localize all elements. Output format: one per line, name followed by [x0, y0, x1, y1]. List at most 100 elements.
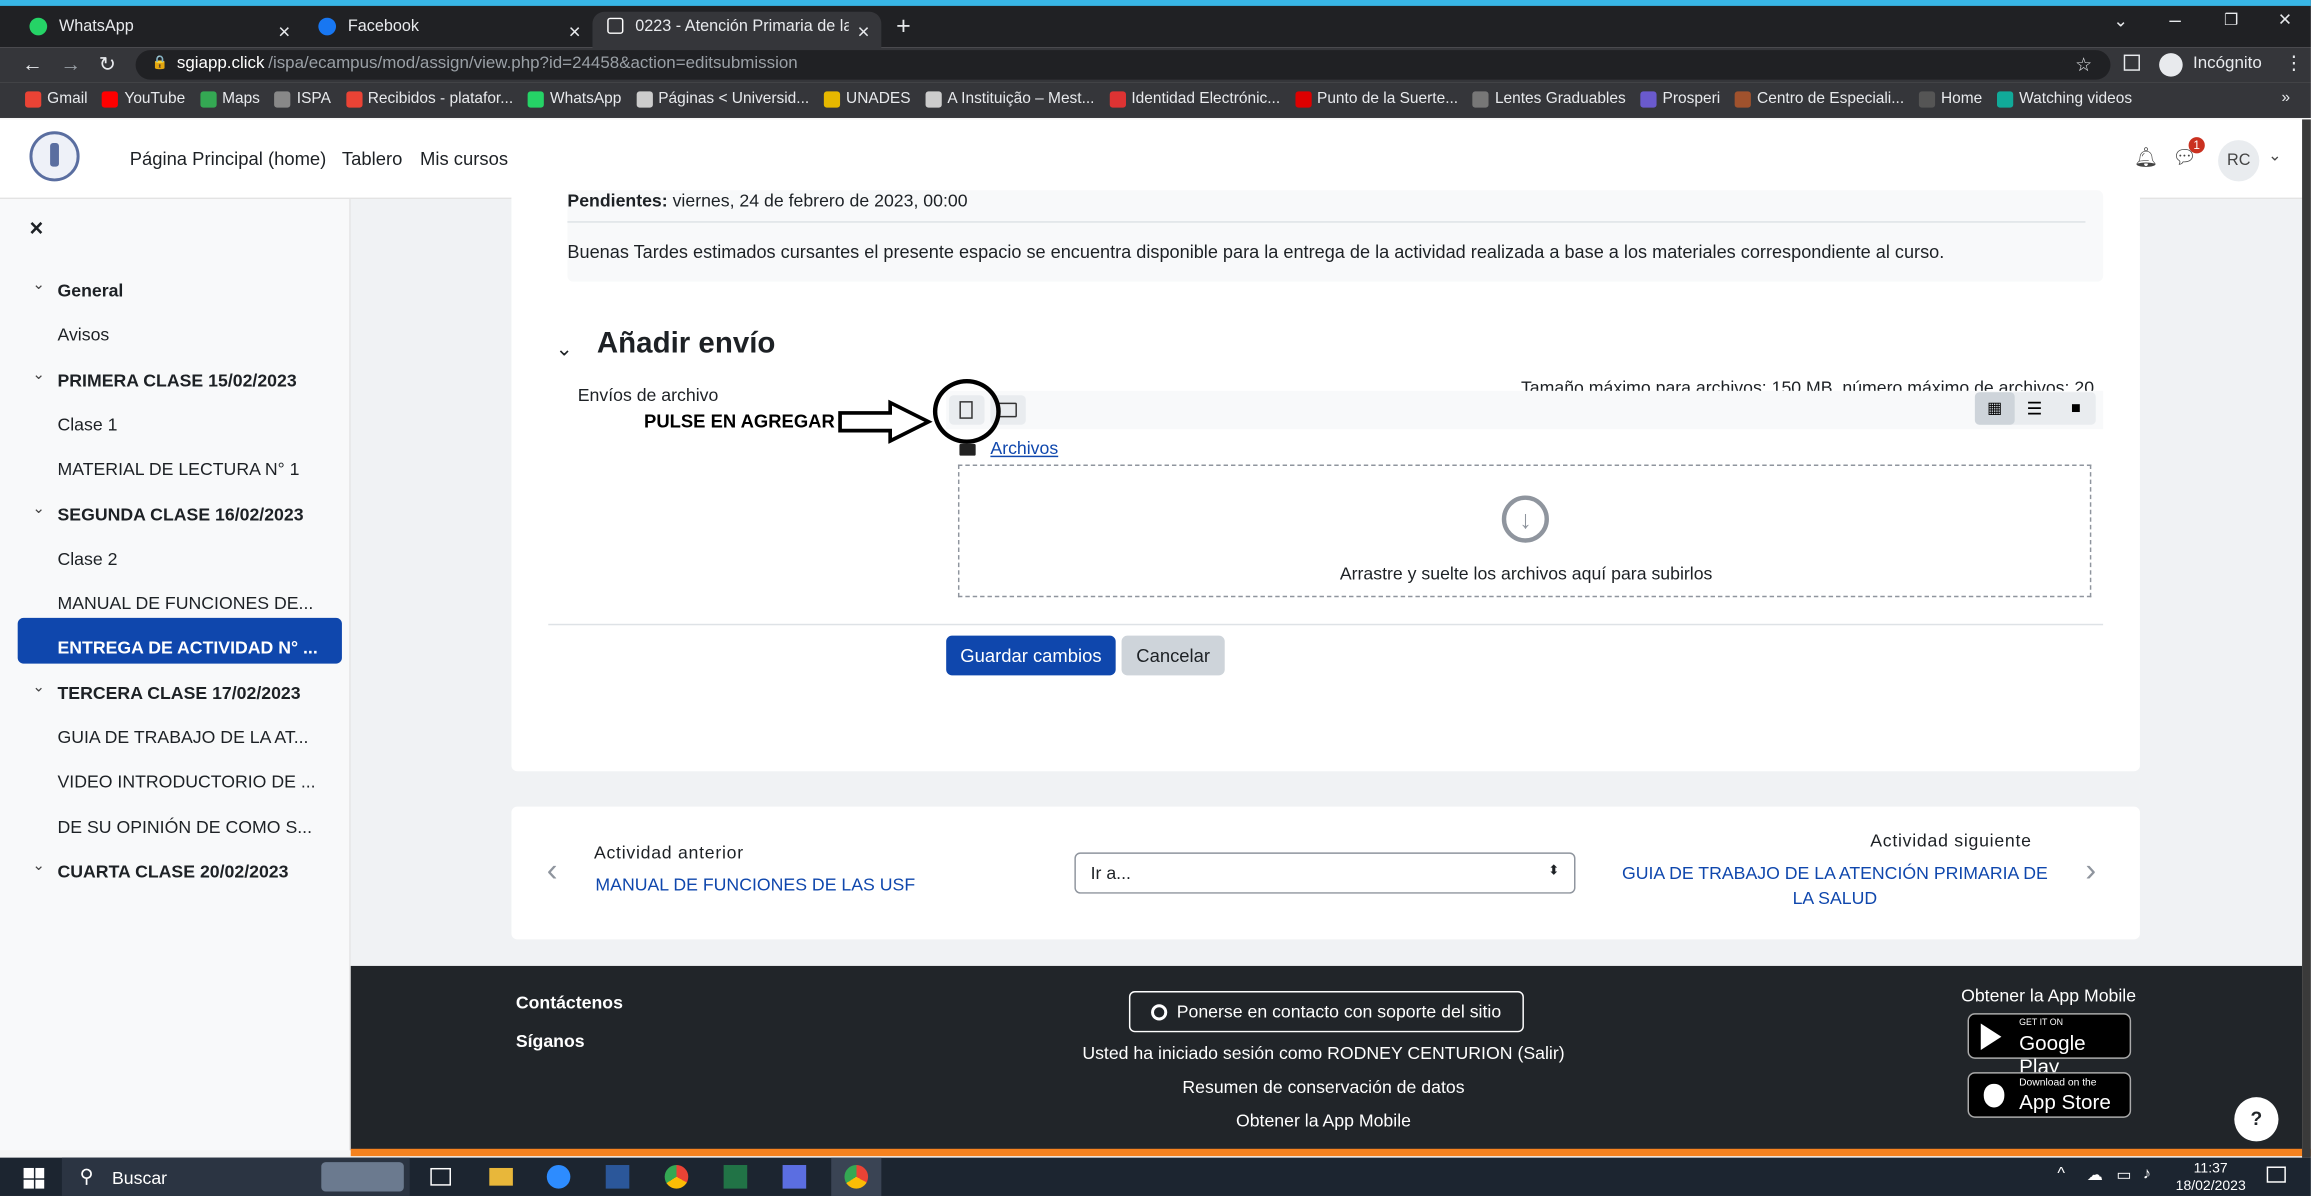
user-name-link[interactable]: RODNEY CENTURION: [1327, 1043, 1512, 1064]
visio-icon[interactable]: [782, 1165, 807, 1189]
close-window-icon[interactable]: ×: [2278, 7, 2291, 32]
bookmark-item[interactable]: Maps: [199, 90, 260, 108]
bookmark-item[interactable]: UNADES: [823, 90, 911, 108]
new-tab-icon[interactable]: +: [896, 12, 911, 41]
menu-icon[interactable]: ⋮: [2284, 52, 2303, 76]
course-activity[interactable]: Clase 1: [57, 414, 117, 435]
next-activity-link[interactable]: GUIA DE TRABAJO DE LA ATENCIÓN PRIMARIA …: [1609, 861, 2060, 911]
data-retention-link[interactable]: Resumen de conservación de datos: [970, 1077, 1677, 1098]
nav-home[interactable]: Página Principal (home): [130, 149, 327, 170]
get-app-link[interactable]: Obtener la App Mobile: [970, 1110, 1677, 1131]
course-activity[interactable]: VIDEO INTRODUCTORIO DE ...: [57, 772, 315, 793]
taskbar-search[interactable]: ⚲ Buscar: [61, 1157, 410, 1196]
files-breadcrumb-link[interactable]: Archivos: [990, 438, 1058, 459]
reload-icon[interactable]: ↻: [99, 52, 116, 77]
onedrive-icon[interactable]: ☁: [2087, 1165, 2103, 1184]
bookmark-item[interactable]: Recibidos - platafor...: [345, 90, 513, 108]
section-chevron-icon[interactable]: ⌄: [32, 858, 44, 874]
excel-icon[interactable]: [723, 1165, 748, 1189]
chevron-right-icon[interactable]: ›: [2085, 851, 2096, 889]
contact-support-button[interactable]: Ponerse en contacto con soporte del siti…: [1128, 990, 1524, 1033]
restore-icon[interactable]: ❐: [2224, 10, 2239, 30]
nav-my-courses[interactable]: Mis cursos: [420, 149, 508, 170]
notifications-icon[interactable]: [2266, 1166, 2286, 1183]
google-play-badge[interactable]: GET IT ON Google Play: [1967, 1013, 2132, 1078]
course-activity[interactable]: MATERIAL DE LECTURA N° 1: [57, 459, 299, 480]
bookmark-item[interactable]: WhatsApp: [527, 90, 621, 108]
chevron-down-icon[interactable]: ⌄: [2268, 146, 2282, 165]
bookmark-item[interactable]: Páginas < Universid...: [636, 90, 809, 108]
contact-heading[interactable]: Contáctenos: [516, 992, 623, 1013]
course-section[interactable]: PRIMERA CLASE 15/02/2023: [57, 370, 296, 391]
cancel-button[interactable]: Cancelar: [1121, 635, 1225, 676]
section-chevron-icon[interactable]: ⌄: [32, 501, 44, 517]
bookmark-item[interactable]: Gmail: [25, 90, 88, 108]
logout-link[interactable]: (Salir): [1517, 1043, 1564, 1064]
chevron-left-icon[interactable]: ‹: [547, 851, 558, 889]
bookmark-item[interactable]: Prosperi: [1640, 90, 1720, 108]
course-activity[interactable]: Avisos: [57, 325, 109, 346]
bookmark-item[interactable]: Watching videos: [1997, 90, 2132, 108]
play-icon: [1980, 1023, 2002, 1050]
grid-view-icon[interactable]: ▦: [1974, 392, 2015, 425]
follow-heading[interactable]: Síganos: [516, 1031, 585, 1052]
bookmark-star-icon[interactable]: ☆: [2075, 53, 2092, 77]
bell-icon[interactable]: 🔔︎: [2134, 146, 2158, 170]
close-tab-icon[interactable]: ×: [569, 19, 581, 43]
section-chevron-icon[interactable]: ⌄: [32, 367, 44, 383]
course-section[interactable]: SEGUNDA CLASE 16/02/2023: [57, 504, 303, 525]
course-section[interactable]: TERCERA CLASE 17/02/2023: [57, 682, 300, 703]
section-chevron-icon[interactable]: ⌄: [32, 277, 44, 293]
tree-view-icon[interactable]: ■: [2056, 392, 2096, 424]
close-tab-icon[interactable]: ×: [857, 19, 869, 43]
sidepanel-icon[interactable]: [2123, 54, 2140, 71]
windows-start-icon[interactable]: [23, 1167, 45, 1189]
site-logo[interactable]: [29, 131, 80, 182]
course-activity[interactable]: ENTREGA DE ACTIVIDAD N° ...: [57, 638, 317, 659]
chrome-icon[interactable]: [664, 1165, 689, 1189]
close-drawer-icon[interactable]: ×: [29, 217, 43, 244]
minimize-icon[interactable]: –: [2169, 7, 2180, 31]
course-activity[interactable]: DE SU OPINIÓN DE COMO S...: [57, 816, 312, 837]
course-section[interactable]: CUARTA CLASE 20/02/2023: [57, 861, 288, 882]
forward-icon[interactable]: →: [60, 52, 81, 76]
bookmark-item[interactable]: Identidad Electrónic...: [1109, 90, 1280, 108]
nav-dashboard[interactable]: Tablero: [342, 149, 402, 170]
chrome-incognito-task[interactable]: [831, 1157, 882, 1196]
prev-activity-link[interactable]: MANUAL DE FUNCIONES DE LAS USF: [595, 874, 915, 895]
course-activity[interactable]: GUIA DE TRABAJO DE LA AT...: [57, 727, 308, 748]
network-icon[interactable]: ▭: [2116, 1165, 2131, 1184]
list-view-icon[interactable]: ☰: [2015, 392, 2055, 424]
course-section[interactable]: General: [57, 280, 123, 301]
course-activity[interactable]: MANUAL DE FUNCIONES DE...: [57, 593, 313, 614]
zoom-icon[interactable]: [546, 1165, 571, 1189]
jump-to-select[interactable]: Ir a... ⬍: [1074, 852, 1576, 894]
tab-search-icon[interactable]: ⌄: [2113, 10, 2128, 31]
bookmark-item[interactable]: Centro de Especiali...: [1734, 90, 1904, 108]
save-changes-button[interactable]: Guardar cambios: [946, 635, 1116, 676]
bookmark-item[interactable]: A Instituição – Mest...: [925, 90, 1094, 108]
section-chevron-icon[interactable]: ⌄: [32, 679, 44, 695]
tab-label: WhatsApp: [58, 17, 134, 36]
bookmark-item[interactable]: Punto de la Suerte...: [1294, 90, 1458, 108]
tray-chevron-icon[interactable]: ^: [2057, 1165, 2065, 1183]
back-icon[interactable]: ←: [22, 52, 43, 76]
app-store-badge[interactable]: Download on the App Store: [1967, 1072, 2132, 1118]
url-field[interactable]: 🔒 sgiapp.click /ispa/ecampus/mod/assign/…: [135, 50, 2111, 80]
bookmark-item[interactable]: ISPA: [274, 90, 331, 108]
file-explorer-icon[interactable]: [489, 1167, 513, 1186]
help-button[interactable]: ?: [2234, 1097, 2279, 1142]
word-icon[interactable]: [605, 1165, 630, 1189]
course-activity[interactable]: Clase 2: [57, 548, 117, 569]
more-bookmarks-icon[interactable]: »: [2281, 88, 2290, 106]
collapse-chevron-icon[interactable]: ⌄: [556, 336, 573, 361]
bookmark-item[interactable]: Home: [1918, 90, 1982, 108]
file-drop-zone[interactable]: ↓ Arrastre y suelte los archivos aquí pa…: [957, 464, 2092, 598]
page-scrollbar[interactable]: [2302, 119, 2311, 1158]
close-tab-icon[interactable]: ×: [278, 19, 290, 43]
avatar[interactable]: RC: [2218, 140, 2260, 182]
volume-icon[interactable]: ♪: [2143, 1165, 2151, 1183]
bookmark-item[interactable]: YouTube: [102, 90, 185, 108]
bookmark-item[interactable]: Lentes Graduables: [1472, 90, 1626, 108]
task-view-icon[interactable]: [430, 1167, 451, 1186]
